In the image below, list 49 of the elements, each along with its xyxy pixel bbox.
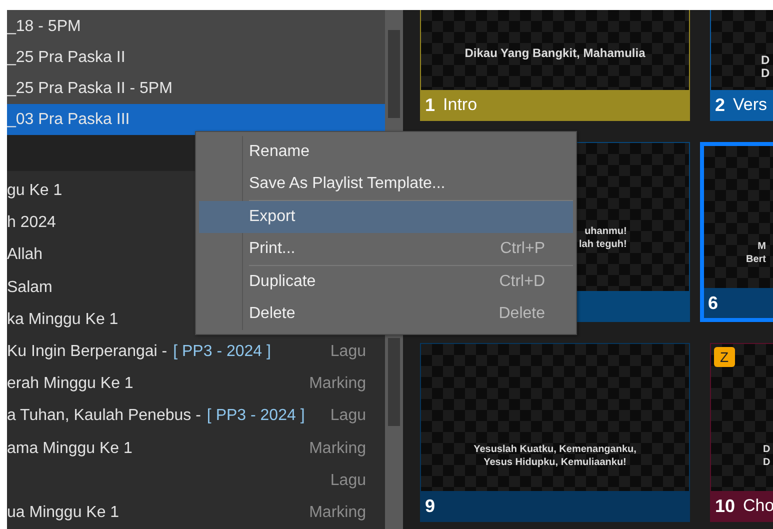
slide-text: M bbox=[756, 240, 766, 253]
slide-text: D bbox=[763, 443, 770, 456]
playlist-item[interactable]: _25 Pra Paska II bbox=[7, 42, 385, 73]
menu-item[interactable]: Duplicate Ctrl+D bbox=[199, 266, 573, 298]
slide-card[interactable]: D D 2 Vers bbox=[710, 10, 773, 121]
slide-card[interactable]: M Bert 6 bbox=[700, 142, 773, 322]
item-title[interactable]: a Tuhan, Kaulah Penebus - [ PP3 - 2024 ] bbox=[7, 407, 305, 426]
playlist-item[interactable]: _03 Pra Paska III bbox=[7, 104, 385, 135]
slide-text: Yesuslah Kuatku, Kemenanganku, bbox=[474, 443, 636, 456]
item-title[interactable]: ua Minggu Ke 1 bbox=[7, 504, 120, 522]
slide-number: 2 bbox=[715, 94, 726, 116]
menu-item[interactable]: Print... Ctrl+P bbox=[199, 233, 573, 265]
item-title[interactable]: gu Ke 1 bbox=[7, 182, 62, 200]
menu-item[interactable]: Rename bbox=[199, 136, 573, 168]
slide-text: lah teguh! bbox=[579, 238, 627, 251]
menu-item[interactable]: Save As Playlist Template... bbox=[199, 168, 573, 200]
item-type: Lagu bbox=[330, 342, 366, 361]
item-title[interactable]: Salam bbox=[7, 278, 52, 297]
slide-number: 6 bbox=[708, 292, 718, 314]
menu-item[interactable]: Delete Delete bbox=[199, 298, 573, 330]
item-title[interactable]: Ku Ingin Berperangai - [ PP3 - 2024 ] bbox=[7, 342, 271, 361]
slide-card[interactable]: Dikau Yang Bangkit, Mahamulia 1 Intro bbox=[420, 10, 690, 121]
slide-label: Vers bbox=[733, 95, 768, 115]
slide-number: 9 bbox=[425, 496, 436, 516]
slide-card[interactable]: Yesuslah Kuatku, Kemenanganku, Yesus Hidupku, Kemuliaanku! 9 bbox=[420, 343, 690, 522]
item-type: Marking bbox=[309, 504, 366, 522]
playlist-item[interactable]: _25 Pra Paska II - 5PM bbox=[7, 72, 385, 104]
slide-label: Intro bbox=[443, 95, 478, 115]
slide-text: uhanmu! bbox=[584, 225, 627, 238]
item-type: Marking bbox=[309, 440, 366, 458]
item-title[interactable]: ka Minggu Ke 1 bbox=[7, 310, 118, 329]
slide-text: D bbox=[763, 456, 770, 469]
item-title[interactable]: Allah bbox=[7, 246, 43, 264]
slide-number: 10 bbox=[715, 496, 736, 516]
slide-text: Yesus Hidupku, Kemuliaanku! bbox=[482, 456, 628, 469]
playlist-item[interactable]: _18 - 5PM bbox=[7, 10, 385, 42]
item-type: Lagu bbox=[330, 407, 366, 426]
item-type: Lagu bbox=[330, 472, 366, 490]
menu-item[interactable]: Export bbox=[199, 201, 573, 233]
item-type: Marking bbox=[309, 375, 366, 394]
slide-text: D bbox=[761, 54, 770, 67]
slide-badge: Z bbox=[714, 347, 735, 367]
slide-text: Dikau Yang Bangkit, Mahamulia bbox=[464, 47, 646, 60]
item-title[interactable]: erah Minggu Ke 1 bbox=[7, 375, 134, 394]
item-title[interactable]: h 2024 bbox=[7, 214, 56, 232]
slide-number: 1 bbox=[425, 94, 436, 116]
slide-text: Bert bbox=[746, 253, 766, 266]
item-title[interactable]: ama Minggu Ke 1 bbox=[7, 440, 132, 458]
slide-text: D bbox=[761, 67, 770, 80]
